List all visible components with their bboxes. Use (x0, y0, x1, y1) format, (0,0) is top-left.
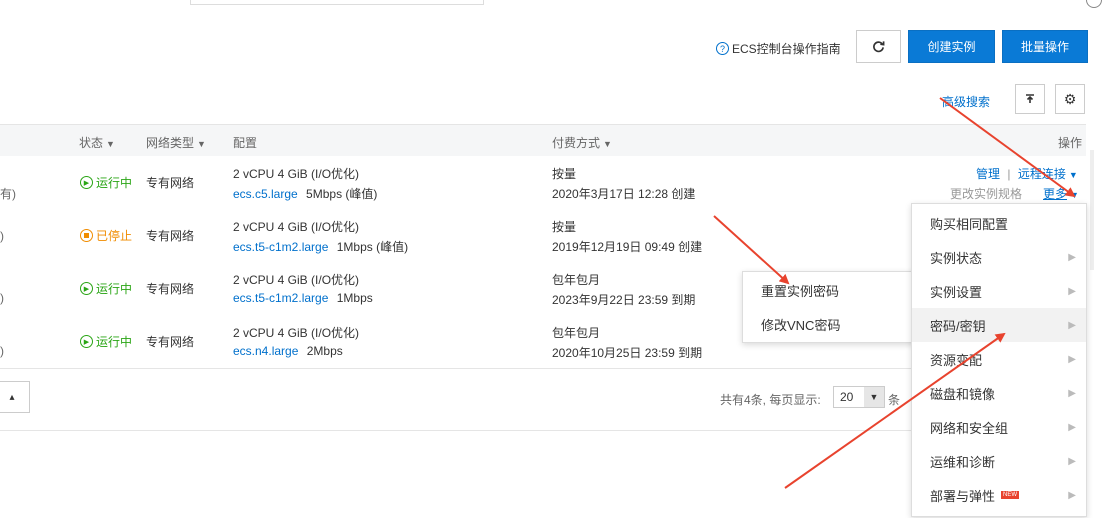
arrow-to-more (939, 97, 1076, 198)
annotation-arrows (713, 97, 1076, 489)
arrow-to-reset-password (713, 215, 790, 285)
arrow-to-password-menu (784, 332, 1006, 489)
